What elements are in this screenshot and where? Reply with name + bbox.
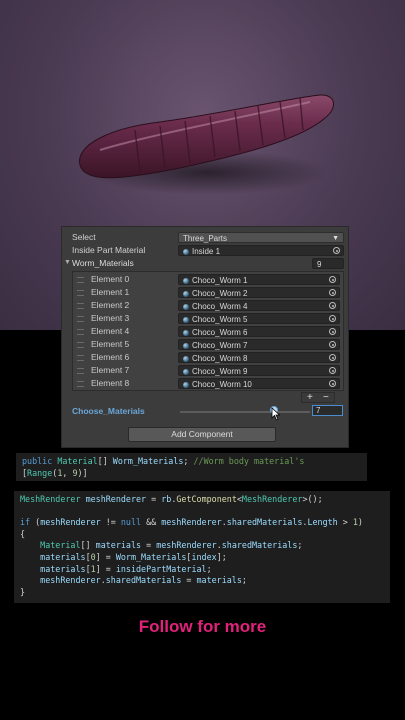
remove-element-button[interactable]: − — [323, 393, 329, 403]
element-field[interactable]: Choco_Worm 9 — [178, 365, 340, 376]
object-picker-icon[interactable] — [329, 367, 336, 374]
select-dropdown[interactable]: Three_Parts ▼ — [178, 232, 344, 243]
drag-handle-icon[interactable] — [77, 277, 84, 283]
worm-materials-header[interactable]: ▼ Worm_Materials 9 — [62, 257, 348, 269]
drag-handle-icon[interactable] — [77, 381, 84, 387]
object-picker-icon[interactable] — [329, 302, 336, 309]
list-item: Element 7 Choco_Worm 9 — [73, 364, 343, 377]
choose-materials-label: Choose_Materials — [72, 406, 145, 416]
list-add-remove: + − — [301, 392, 335, 403]
material-icon — [183, 330, 189, 336]
element-label: Element 3 — [91, 313, 130, 323]
inside-part-value: Inside 1 — [192, 247, 221, 256]
element-value: Choco_Worm 6 — [192, 328, 248, 337]
drag-handle-icon[interactable] — [77, 342, 84, 348]
material-icon — [183, 278, 189, 284]
object-picker-icon[interactable] — [329, 380, 336, 387]
inside-part-row: Inside Part Material Inside 1 — [62, 244, 348, 256]
element-field[interactable]: Choco_Worm 1 — [178, 274, 340, 285]
material-icon — [183, 317, 189, 323]
choose-materials-value: 7 — [316, 406, 321, 415]
follow-caption: Follow for more — [138, 617, 267, 636]
element-field[interactable]: Choco_Worm 5 — [178, 313, 340, 324]
choose-materials-value-field[interactable]: 7 — [312, 405, 343, 416]
select-label: Select — [72, 232, 96, 242]
worm-materials-count: 9 — [317, 260, 322, 269]
element-value: Choco_Worm 7 — [192, 341, 248, 350]
object-picker-icon[interactable] — [329, 354, 336, 361]
element-value: Choco_Worm 5 — [192, 315, 248, 324]
drag-handle-icon[interactable] — [77, 316, 84, 322]
element-field[interactable]: Choco_Worm 6 — [178, 326, 340, 337]
element-label: Element 4 — [91, 326, 130, 336]
element-value: Choco_Worm 10 — [192, 380, 252, 389]
element-label: Element 5 — [91, 339, 130, 349]
material-icon — [183, 382, 189, 388]
element-label: Element 2 — [91, 300, 130, 310]
drag-handle-icon[interactable] — [77, 368, 84, 374]
mouse-cursor-icon — [271, 407, 281, 421]
select-row: Select Three_Parts ▼ — [62, 231, 348, 243]
object-picker-icon[interactable] — [329, 341, 336, 348]
worm-materials-size-field[interactable]: 9 — [312, 258, 344, 269]
element-value: Choco_Worm 8 — [192, 354, 248, 363]
object-picker-icon[interactable] — [329, 315, 336, 322]
material-icon — [183, 249, 189, 255]
drag-handle-icon[interactable] — [77, 355, 84, 361]
list-item: Element 4 Choco_Worm 6 — [73, 325, 343, 338]
code-snippet-block: MeshRenderer meshRenderer = rb.GetCompon… — [14, 491, 390, 603]
object-picker-icon[interactable] — [329, 328, 336, 335]
element-field[interactable]: Choco_Worm 4 — [178, 300, 340, 311]
material-icon — [183, 369, 189, 375]
list-item: Element 6 Choco_Worm 8 — [73, 351, 343, 364]
foldout-arrow-icon[interactable]: ▼ — [64, 257, 71, 269]
drag-handle-icon[interactable] — [77, 303, 84, 309]
list-item: Element 5 Choco_Worm 7 — [73, 338, 343, 351]
worm-materials-label: Worm_Materials — [72, 258, 134, 268]
element-label: Element 0 — [91, 274, 130, 284]
element-value: Choco_Worm 4 — [192, 302, 248, 311]
material-icon — [183, 343, 189, 349]
element-value: Choco_Worm 1 — [192, 276, 248, 285]
object-picker-icon[interactable] — [333, 247, 340, 254]
element-field[interactable]: Choco_Worm 10 — [178, 378, 340, 389]
worm-materials-list: Element 0 Choco_Worm 1 Element 1 Choco_W… — [72, 271, 344, 391]
select-value: Three_Parts — [183, 234, 228, 243]
list-item: Element 3 Choco_Worm 5 — [73, 312, 343, 325]
element-field[interactable]: Choco_Worm 8 — [178, 352, 340, 363]
element-field[interactable]: Choco_Worm 2 — [178, 287, 340, 298]
inspector-panel: Select Three_Parts ▼ Inside Part Materia… — [61, 226, 349, 448]
code-snippet-declaration: public Material[] Worm_Materials; //Worm… — [16, 453, 367, 481]
object-picker-icon[interactable] — [329, 276, 336, 283]
add-component-button[interactable]: Add Component — [128, 427, 276, 442]
choose-materials-slider[interactable] — [180, 411, 310, 413]
material-icon — [183, 304, 189, 310]
list-item: Element 8 Choco_Worm 10 — [73, 377, 343, 390]
element-value: Choco_Worm 2 — [192, 289, 248, 298]
add-element-button[interactable]: + — [307, 393, 313, 403]
material-icon — [183, 356, 189, 362]
element-label: Element 1 — [91, 287, 130, 297]
element-label: Element 6 — [91, 352, 130, 362]
list-item: Element 0 Choco_Worm 1 — [73, 273, 343, 286]
list-item: Element 1 Choco_Worm 2 — [73, 286, 343, 299]
chevron-down-icon: ▼ — [332, 235, 339, 242]
element-label: Element 8 — [91, 378, 130, 388]
element-field[interactable]: Choco_Worm 7 — [178, 339, 340, 350]
inside-part-field[interactable]: Inside 1 — [178, 245, 344, 256]
drag-handle-icon[interactable] — [77, 329, 84, 335]
object-picker-icon[interactable] — [329, 289, 336, 296]
drag-handle-icon[interactable] — [77, 290, 84, 296]
material-icon — [183, 291, 189, 297]
element-label: Element 7 — [91, 365, 130, 375]
list-item: Element 2 Choco_Worm 4 — [73, 299, 343, 312]
inside-part-label: Inside Part Material — [72, 245, 146, 255]
element-value: Choco_Worm 9 — [192, 367, 248, 376]
